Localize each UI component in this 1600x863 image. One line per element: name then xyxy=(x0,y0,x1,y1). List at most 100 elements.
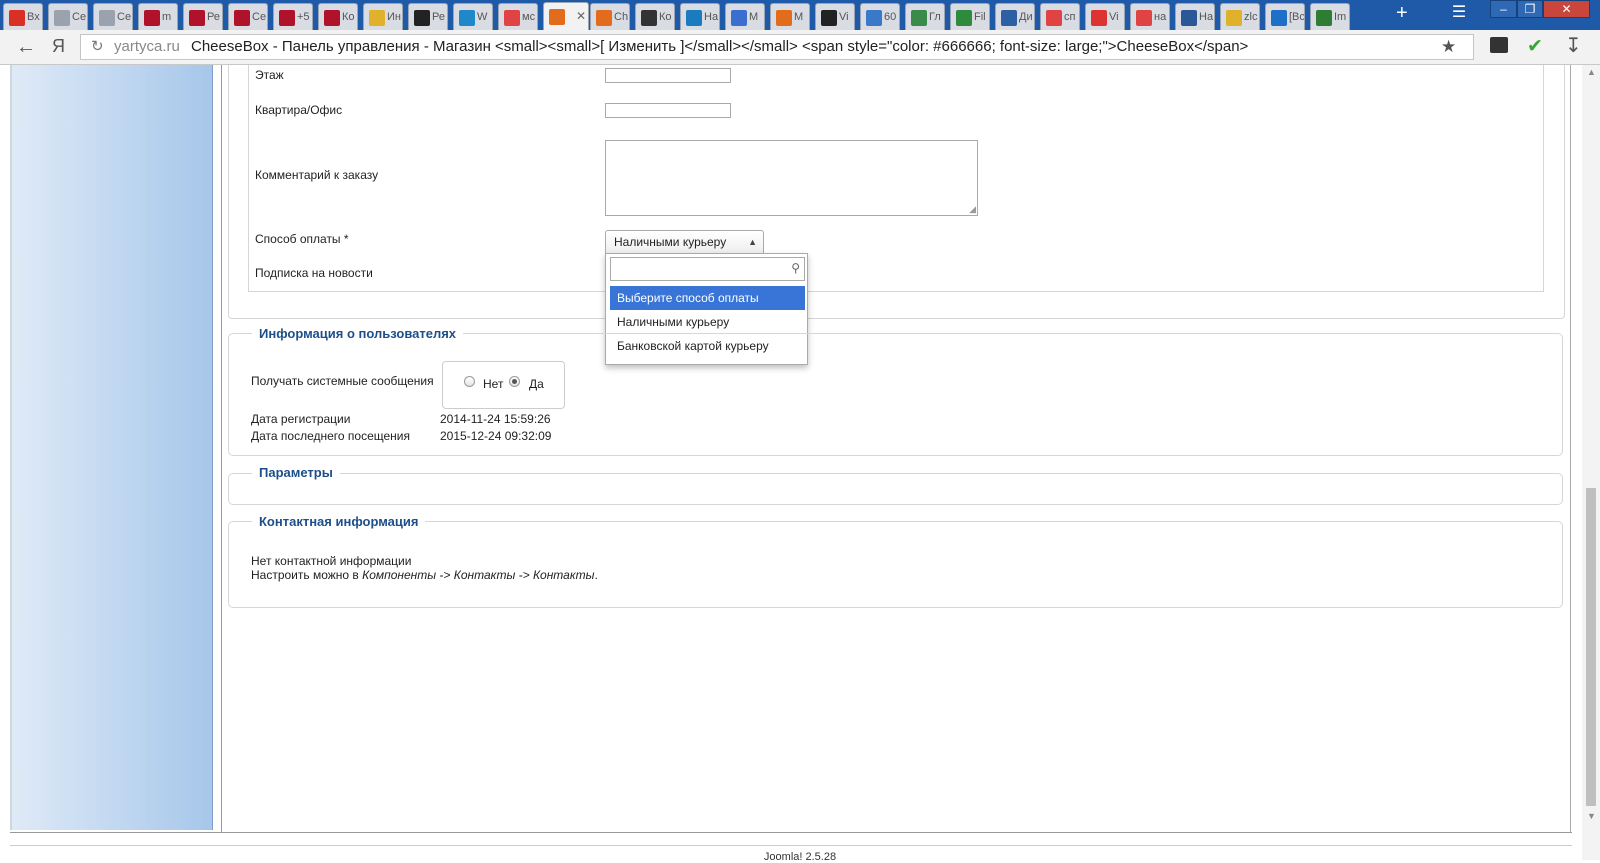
radio-no[interactable] xyxy=(464,376,475,387)
yandex-icon xyxy=(1136,10,1152,26)
reload-icon[interactable]: ↻ xyxy=(91,35,104,59)
radio-yes[interactable] xyxy=(509,376,520,387)
redmine-icon xyxy=(324,10,340,26)
tab-label: На xyxy=(704,11,719,23)
eye-icon xyxy=(911,10,927,26)
close-window-icon[interactable]: ✕ xyxy=(1543,0,1590,18)
browser-tab[interactable]: Ре xyxy=(408,3,448,30)
tab-label: Ре xyxy=(207,11,220,23)
browser-tab[interactable]: Vi xyxy=(1085,3,1125,30)
browser-tab[interactable]: На xyxy=(1175,3,1215,30)
contact-setup-prefix: Настроить можно в xyxy=(251,568,363,582)
bookmark-star-icon[interactable]: ★ xyxy=(1441,35,1456,59)
yandex-icon xyxy=(504,10,520,26)
comment-textarea[interactable]: ◢ xyxy=(605,140,978,216)
scroll-up-icon[interactable]: ▲ xyxy=(1587,67,1596,77)
payment-select[interactable]: Наличными курьеру ▲ xyxy=(605,230,764,254)
params-legend[interactable]: Параметры xyxy=(252,465,340,480)
browser-tab[interactable]: Ко xyxy=(318,3,358,30)
tab-label: Vi xyxy=(839,11,849,23)
admin-sidebar xyxy=(12,65,213,830)
redmine-icon xyxy=(189,10,205,26)
minimize-icon[interactable]: – xyxy=(1490,0,1517,18)
apartment-label: Квартира/Офис xyxy=(255,103,343,117)
new-tab-button[interactable]: + xyxy=(1396,2,1408,25)
resize-grip-icon[interactable]: ◢ xyxy=(969,204,976,215)
url-field[interactable]: ↻ yartyca.ru CheeseBox - Панель управлен… xyxy=(80,34,1474,60)
payment-option-placeholder[interactable]: Выберите способ оплаты xyxy=(610,286,805,310)
apartment-input[interactable] xyxy=(605,103,731,118)
back-arrow-icon xyxy=(641,10,657,26)
system-messages-radio-group: Нет Да xyxy=(442,361,565,409)
download-icon[interactable]: ↧ xyxy=(1565,33,1582,58)
last-visit-value: 2015-12-24 09:32:09 xyxy=(440,429,552,443)
extension-icon[interactable] xyxy=(1490,37,1508,53)
tab-label: m xyxy=(162,11,172,23)
scroll-down-icon[interactable]: ▼ xyxy=(1587,811,1596,821)
contact-legend[interactable]: Контактная информация xyxy=(252,514,426,529)
floor-input[interactable] xyxy=(605,68,731,83)
radio-yes-label[interactable]: Да xyxy=(529,377,544,391)
browser-tab[interactable]: на xyxy=(1130,3,1170,30)
browser-tab[interactable]: Се xyxy=(228,3,268,30)
maximize-icon[interactable]: ❐ xyxy=(1517,0,1543,18)
redmine-icon xyxy=(144,10,160,26)
check-icon xyxy=(459,10,475,26)
tab-label: Се xyxy=(117,11,132,23)
tab-label: На xyxy=(1199,11,1214,23)
browser-tab[interactable]: M xyxy=(770,3,810,30)
h-site-icon xyxy=(99,10,115,26)
browser-tab[interactable]: Ре xyxy=(183,3,223,30)
browser-tab[interactable]: [Вс xyxy=(1265,3,1305,30)
page-title-in-url: CheeseBox - Панель управления - Магазин … xyxy=(191,38,1249,55)
tab-label: Се xyxy=(72,11,87,23)
dropdown-search-input[interactable]: ⚲ xyxy=(610,257,805,281)
browser-tab[interactable]: Vi xyxy=(815,3,855,30)
browser-tab[interactable]: Се xyxy=(93,3,133,30)
scrollbar-thumb[interactable] xyxy=(1586,488,1596,806)
browser-tab[interactable]: M xyxy=(725,3,765,30)
browser-tab[interactable]: На xyxy=(680,3,720,30)
browser-menu-icon[interactable]: ☰ xyxy=(1448,5,1470,21)
yandex-icon xyxy=(1046,10,1062,26)
yandex-logo-icon[interactable]: Я xyxy=(52,36,65,57)
browser-tab[interactable]: +5 xyxy=(273,3,313,30)
back-arrow-icon[interactable]: ← xyxy=(16,36,36,59)
joomla-icon xyxy=(776,10,792,26)
browser-tab[interactable]: Се xyxy=(48,3,88,30)
browser-tab[interactable]: W xyxy=(453,3,493,30)
floor-label: Этаж xyxy=(255,68,284,82)
browser-tab[interactable]: Ин xyxy=(363,3,403,30)
close-tab-icon[interactable]: ✕ xyxy=(576,9,586,23)
tab-label: W xyxy=(477,11,488,23)
browser-tab[interactable]: ✕ xyxy=(543,2,589,30)
payment-option-cash[interactable]: Наличными курьеру xyxy=(610,310,805,334)
browser-tab[interactable]: Ко xyxy=(635,3,675,30)
browser-tab[interactable]: Вх xyxy=(3,3,43,30)
browser-tab[interactable]: Ch xyxy=(590,3,630,30)
browser-tab[interactable]: сп xyxy=(1040,3,1080,30)
user-info-legend: Информация о пользователях xyxy=(252,326,464,341)
redmine-icon xyxy=(279,10,295,26)
browser-tab[interactable]: m xyxy=(138,3,178,30)
gmail-icon xyxy=(9,10,25,26)
browser-tab[interactable]: Ди xyxy=(995,3,1035,30)
frame-bottom-border xyxy=(10,832,1572,833)
window-controls: – ❐ ✕ xyxy=(1490,0,1594,20)
smiley-icon xyxy=(1226,10,1242,26)
tab-label: Се xyxy=(252,11,267,23)
tab-label: zlc xyxy=(1244,11,1258,23)
page-viewport: Этаж Квартира/Офис Комментарий к заказу … xyxy=(0,65,1600,863)
browser-tab[interactable]: zlc xyxy=(1220,3,1260,30)
browser-tab[interactable]: Гл xyxy=(905,3,945,30)
browser-tab[interactable]: 60 xyxy=(860,3,900,30)
radio-no-label[interactable]: Нет xyxy=(483,377,503,391)
browser-tab[interactable]: Im xyxy=(1310,3,1350,30)
vertical-scrollbar[interactable]: ▲ ▼ xyxy=(1582,65,1600,860)
d-icon xyxy=(731,10,747,26)
shield-check-icon[interactable]: ✔ xyxy=(1527,35,1543,58)
browser-tab[interactable]: Fil xyxy=(950,3,990,30)
contact-setup-path: Компоненты -> Контакты -> Контакты xyxy=(362,568,595,582)
browser-tab[interactable]: мс xyxy=(498,3,538,30)
no-contact-text: Нет контактной информации xyxy=(251,554,412,568)
